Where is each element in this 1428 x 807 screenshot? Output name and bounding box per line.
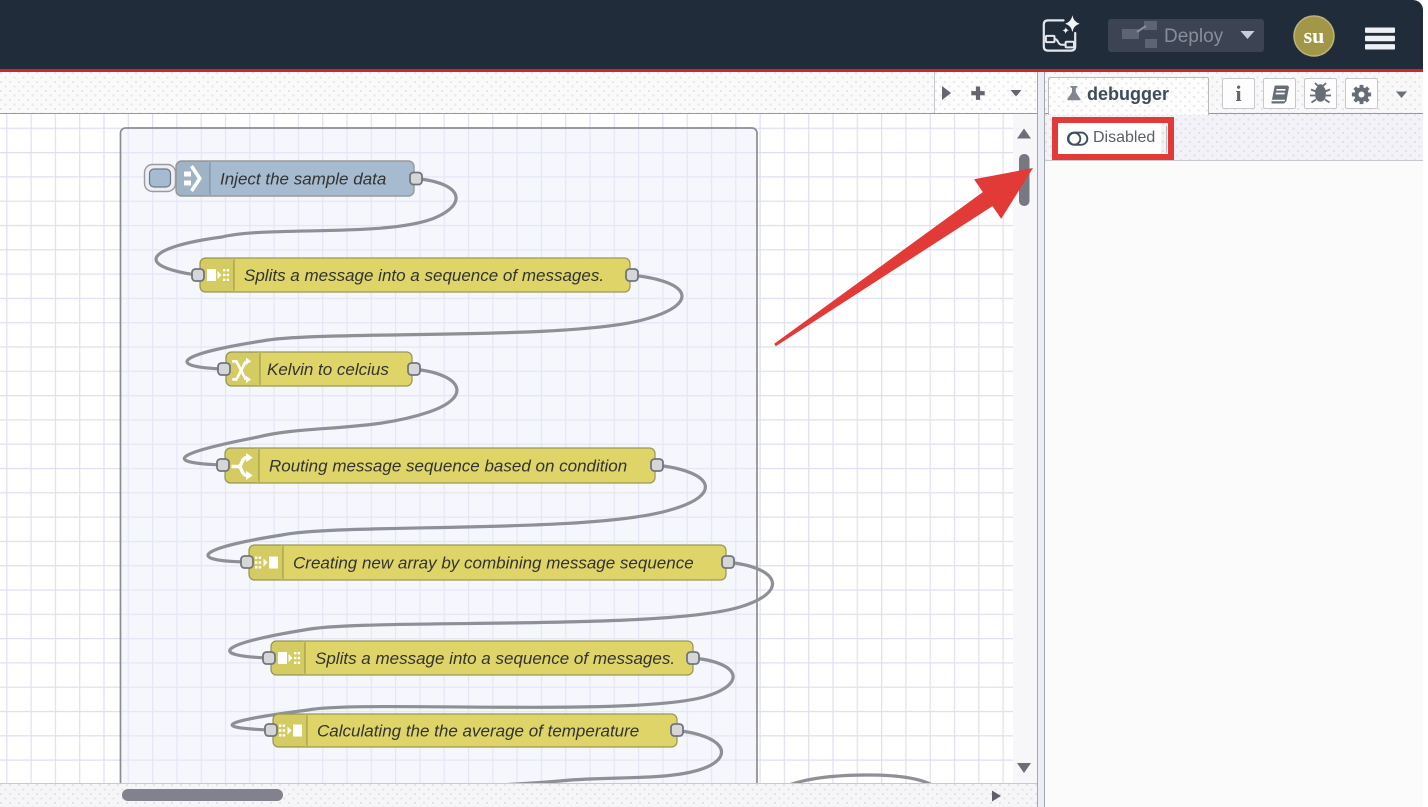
svg-text:Calculating the the average of: Calculating the the average of temperatu… [317,722,639,741]
svg-text:i: i [1235,81,1241,106]
svg-text:Deploy: Deploy [1164,26,1224,47]
svg-text:Routing message sequence based: Routing message sequence based on condit… [269,457,627,476]
svg-text:Splits a message into a sequen: Splits a message into a sequence of mess… [315,649,675,668]
svg-text:Splits a message into a sequen: Splits a message into a sequence of mess… [244,266,604,285]
svg-text:Kelvin to celcius: Kelvin to celcius [267,360,389,379]
svg-text:Creating new array by combinin: Creating new array by combining message … [293,554,694,573]
svg-text:Inject the sample data: Inject the sample data [220,170,386,189]
svg-text:su: su [1304,23,1325,48]
